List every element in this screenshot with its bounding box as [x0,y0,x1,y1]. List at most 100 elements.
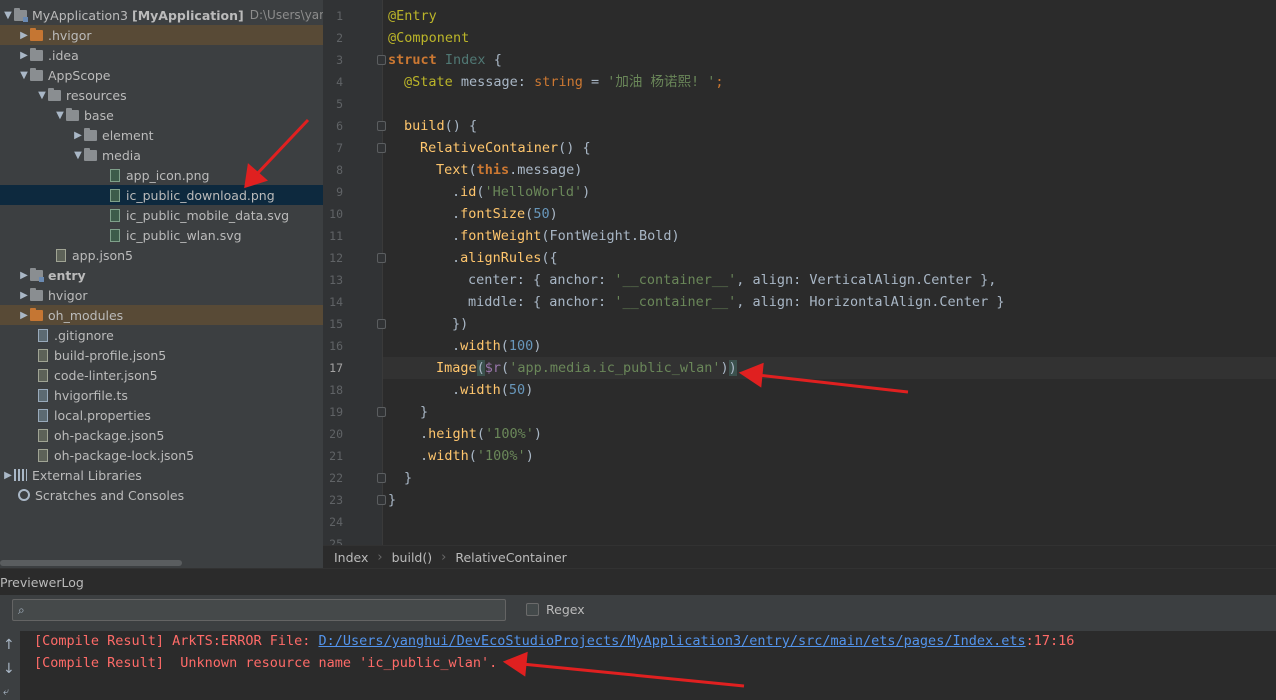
tree-item-label: element [102,127,154,143]
fold-marker-icon[interactable] [377,55,386,65]
line-number: 18 [329,383,343,397]
regex-label: Regex [546,602,585,617]
code-line-1: @Entry [388,8,437,24]
code-line-3: struct Index { [388,52,502,68]
tree-root-myapplication3[interactable]: ▼ MyApplication3 [MyApplication] D:\User… [0,5,323,25]
tree-item-resources[interactable]: ▼ resources [0,85,323,105]
chevron-down-icon[interactable]: ▼ [18,70,30,81]
tree-item-scratches[interactable]: Scratches and Consoles [0,485,323,505]
log-search-box[interactable]: ⌕ [12,599,506,621]
tree-item-app-json5[interactable]: app.json5 [0,245,323,265]
chevron-down-icon[interactable]: ▼ [72,150,84,161]
line-number: 23 [329,493,343,507]
line-number: 20 [329,427,343,441]
chevron-right-icon[interactable]: ▶ [18,30,30,41]
code-line-6: build() { [404,118,478,134]
tree-item-gitignore[interactable]: .gitignore [0,325,323,345]
fold-marker-icon[interactable] [377,121,386,131]
tree-item-media[interactable]: ▼ media [0,145,323,165]
properties-file-icon [38,408,48,422]
fold-marker-icon[interactable] [377,473,386,483]
code-line-18: .width(50) [452,382,534,398]
tree-item-appscope[interactable]: ▼ AppScope [0,65,323,85]
folder-icon [30,47,43,61]
log-search-input[interactable] [33,601,501,619]
code-editor[interactable]: 1 2 3 4 5 6 7 8 9 10 11 12 13 14 15 16 1… [323,0,1276,545]
tree-item-ic-public-mobile-data[interactable]: ic_public_mobile_data.svg [0,205,323,225]
chevron-right-icon[interactable]: ▶ [18,310,30,321]
chevron-right-icon[interactable]: ▶ [72,130,84,141]
arrow-up-icon[interactable]: ↑ [3,637,15,653]
line-number: 15 [329,317,343,331]
line-number: 2 [336,31,343,45]
line-number: 1 [336,9,343,23]
panel-title: PreviewerLog [0,575,84,590]
chevron-right-icon[interactable]: ▶ [2,470,14,481]
folder-icon [30,287,43,301]
tree-item-element[interactable]: ▶ element [0,125,323,145]
tree-item-hvigor[interactable]: ▶ hvigor [0,285,323,305]
tree-item-base[interactable]: ▼ base [0,105,323,125]
folder-icon [30,27,43,41]
json-file-icon [38,348,48,362]
module-folder-icon [14,7,28,22]
tree-item-oh-modules[interactable]: ▶ oh_modules [0,305,323,325]
log-side-toolbar: ↑ ↓ ⤶ [0,631,20,700]
regex-checkbox[interactable] [526,603,539,616]
chevron-right-icon[interactable]: ▶ [18,270,30,281]
chevron-down-icon[interactable]: ▼ [36,90,48,101]
previewer-log-panel: PreviewerLog ⌕ Regex ↑ ↓ ⤶ [Compile Resu… [0,568,1276,700]
fold-marker-icon[interactable] [377,319,386,329]
error-file-link[interactable]: D:/Users/yanghui/DevEcoStudioProjects/My… [318,633,1025,649]
line-number: 6 [336,119,343,133]
tree-item-hvigorfile[interactable]: hvigorfile.ts [0,385,323,405]
breadcrumb-item[interactable]: Index [334,550,368,565]
arrow-down-icon[interactable]: ↓ [3,661,15,677]
folder-icon [30,307,43,321]
chevron-down-icon[interactable]: ▼ [54,110,66,121]
code-line-4: @State message: string = '加油 杨诺熙! '; [404,74,724,90]
fold-marker-icon[interactable] [377,495,386,505]
scratches-icon [18,489,30,501]
horizontal-scrollbar[interactable] [0,560,182,566]
libraries-icon [14,469,27,481]
line-number: 25 [329,537,343,545]
soft-wrap-icon[interactable]: ⤶ [3,685,9,699]
tree-item-app-icon[interactable]: app_icon.png [0,165,323,185]
image-file-icon [110,208,120,222]
code-line-23: } [388,492,397,508]
line-number-gutter[interactable]: 1 2 3 4 5 6 7 8 9 10 11 12 13 14 15 16 1… [323,0,383,545]
tree-item-oh-package[interactable]: oh-package.json5 [0,425,323,445]
tree-item-idea[interactable]: ▶ .idea [0,45,323,65]
breadcrumb-item[interactable]: build() [392,550,433,565]
tree-item-code-linter[interactable]: code-linter.json5 [0,365,323,385]
code-line-19: } [420,404,429,420]
chevron-down-icon[interactable]: ▼ [2,10,14,21]
tree-item-build-profile[interactable]: build-profile.json5 [0,345,323,365]
tree-item-label: MyApplication3 [32,7,128,23]
tree-item-ic-public-download[interactable]: ic_public_download.png [0,185,323,205]
tree-item-hvigor-dir[interactable]: ▶ .hvigor [0,25,323,45]
tree-item-local-properties[interactable]: local.properties [0,405,323,425]
breadcrumb-item[interactable]: RelativeContainer [455,550,567,565]
code-line-20: .height('100%') [420,426,542,442]
tree-item-label: External Libraries [32,467,142,483]
chevron-right-icon: › [441,549,447,565]
log-line-error-message: [Compile Result] Unknown resource name '… [34,655,498,671]
tree-item-oh-package-lock[interactable]: oh-package-lock.json5 [0,445,323,465]
code-line-22: } [404,470,413,486]
tree-item-entry[interactable]: ▶ entry [0,265,323,285]
search-icon[interactable]: ⌕ [18,603,30,617]
tree-item-label: app.json5 [72,247,134,263]
code-line-16: .width(100) [452,338,542,354]
chevron-right-icon[interactable]: ▶ [18,290,30,301]
tree-item-label: entry [48,267,86,283]
tree-item-label: ic_public_wlan.svg [126,227,242,243]
tree-item-label: Scratches and Consoles [35,487,185,503]
tree-item-ic-public-wlan[interactable]: ic_public_wlan.svg [0,225,323,245]
fold-marker-icon[interactable] [377,407,386,417]
tree-item-external-libraries[interactable]: ▶ External Libraries [0,465,323,485]
fold-marker-icon[interactable] [377,253,386,263]
fold-marker-icon[interactable] [377,143,386,153]
chevron-right-icon[interactable]: ▶ [18,50,30,61]
